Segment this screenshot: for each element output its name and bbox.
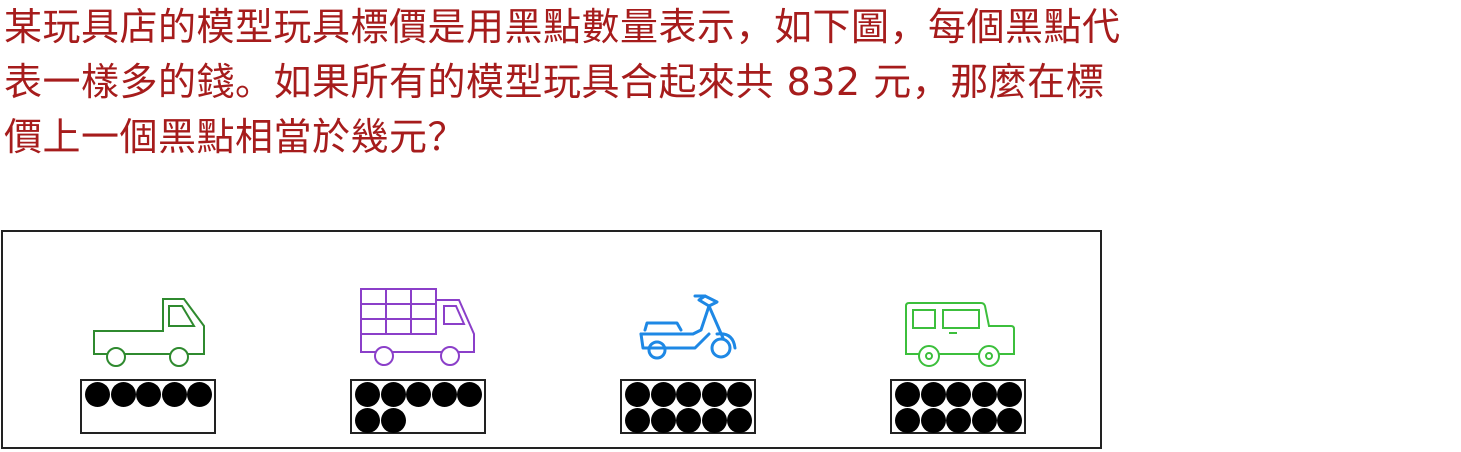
box-truck-icon <box>358 286 478 370</box>
black-dot <box>895 407 920 433</box>
black-dot <box>650 382 676 407</box>
question-line-3: 價上一個黑點相當於幾元？ <box>4 115 467 159</box>
black-dot <box>701 407 727 433</box>
black-dot <box>997 382 1022 407</box>
black-dot <box>355 382 380 407</box>
black-dot <box>85 382 110 407</box>
black-dot <box>406 382 431 407</box>
question-line-2: 表一樣多的錢。如果所有的模型玩具合起來共 832 元，那麼在標 <box>4 60 1105 104</box>
black-dot <box>380 407 406 433</box>
black-dot <box>187 382 212 407</box>
black-dot <box>727 407 752 433</box>
black-dot <box>920 407 946 433</box>
price-tag-2 <box>350 379 486 434</box>
black-dot <box>110 382 136 407</box>
price-tag-4 <box>890 379 1026 434</box>
black-dot <box>946 382 971 407</box>
black-dot <box>997 407 1022 433</box>
black-dot <box>895 382 920 407</box>
toy-price-panel <box>1 230 1102 449</box>
black-dot <box>380 382 406 407</box>
price-tag-1 <box>80 379 216 434</box>
black-dot <box>946 407 971 433</box>
black-dot <box>431 382 457 407</box>
question-text: 某玩具店的模型玩具標價是用黑點數量表示，如下圖，每個黑點代 表一樣多的錢。如果所… <box>4 0 1459 165</box>
black-dot <box>971 382 997 407</box>
black-dot <box>676 382 701 407</box>
black-dot <box>701 382 727 407</box>
black-dot <box>920 382 946 407</box>
question-line-1: 某玩具店的模型玩具標價是用黑點數量表示，如下圖，每個黑點代 <box>4 5 1121 49</box>
black-dot <box>650 407 676 433</box>
black-dot <box>727 382 752 407</box>
price-tag-3 <box>620 379 756 434</box>
black-dot <box>971 407 997 433</box>
black-dot <box>136 382 161 407</box>
jeep-icon <box>901 298 1017 370</box>
black-dot <box>355 407 380 433</box>
black-dot <box>457 382 482 407</box>
black-dot <box>625 407 650 433</box>
black-dot <box>161 382 187 407</box>
black-dot <box>625 382 650 407</box>
scooter-icon <box>637 290 741 366</box>
black-dot <box>676 407 701 433</box>
pickup-truck-icon <box>91 296 207 370</box>
